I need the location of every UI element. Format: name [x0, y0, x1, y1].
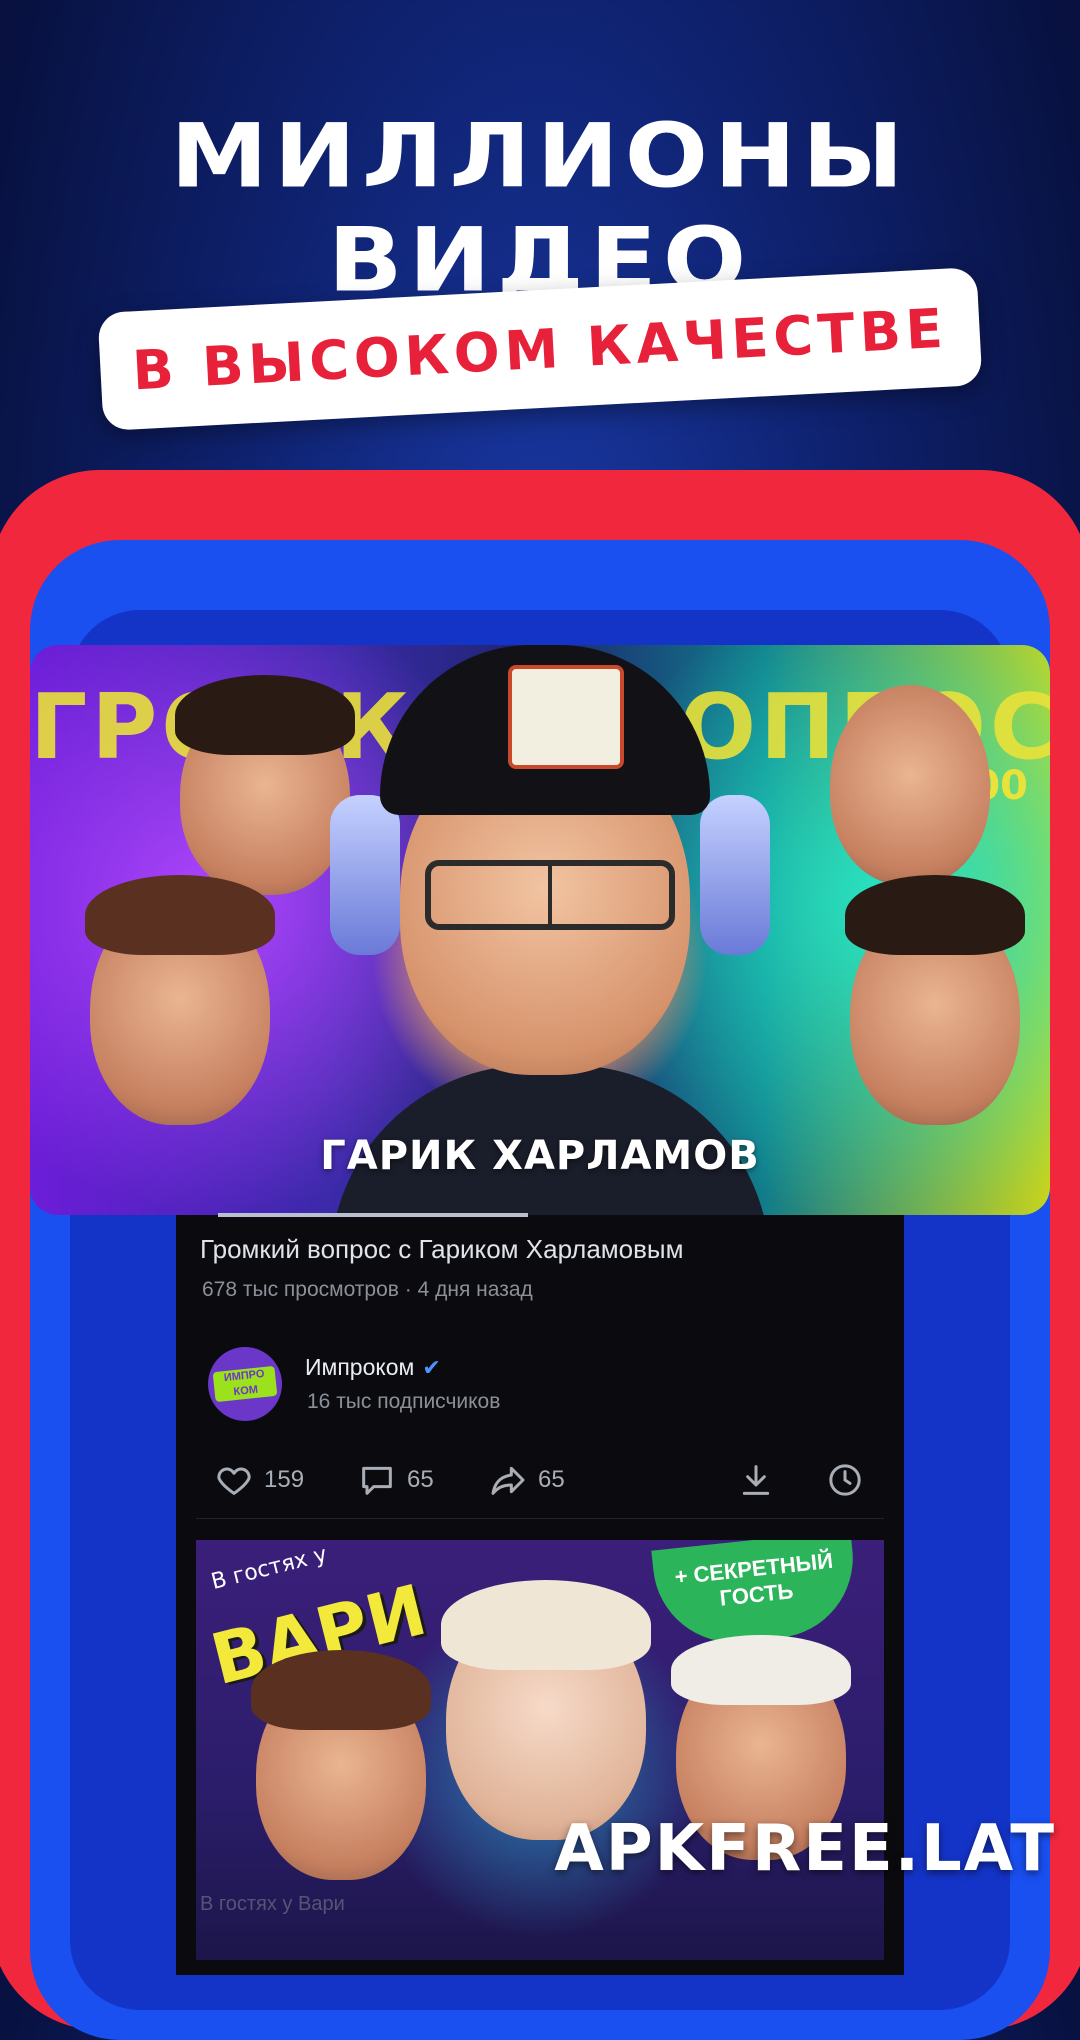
video-thumbnail[interactable]: ГРОМКИЙ ВОПРОС ₽100 ГАРИК ХАРЛАМОВ — [30, 645, 1050, 1215]
guest-hair-top-left — [175, 675, 355, 755]
divider — [196, 1518, 884, 1519]
channel-logo: ИМПРО КОМ — [212, 1365, 278, 1403]
channel-subscribers: 16 тыс подписчиков — [307, 1390, 501, 1413]
clock-icon — [829, 1464, 861, 1496]
video-title[interactable]: Громкий вопрос с Гариком Харламовым — [200, 1234, 684, 1265]
guest-hair-bottom-left — [85, 875, 275, 955]
comment-button[interactable]: 65 — [357, 1460, 434, 1500]
next-guest-left-hair — [251, 1650, 431, 1730]
headphone-right — [700, 795, 770, 955]
channel-avatar[interactable]: ИМПРО КОМ — [208, 1347, 282, 1421]
channel-name-row[interactable]: Импроком ✔ — [305, 1354, 441, 1381]
next-guest-right-hair — [671, 1635, 851, 1705]
headphone-left — [330, 795, 400, 955]
comment-icon — [362, 1466, 392, 1495]
host-glasses — [425, 860, 675, 930]
like-button[interactable]: 159 — [214, 1460, 304, 1500]
heart-icon — [217, 1467, 251, 1495]
next-sticker-secret: + СЕКРЕТНЫЙ ГОСТЬ — [651, 1540, 861, 1651]
next-video-title[interactable]: В гостях у Вари — [200, 1893, 345, 1916]
channel-name[interactable]: Импроком — [305, 1354, 414, 1381]
watermark: APKFREE.LAT — [554, 1812, 1056, 1886]
quality-badge-text: В ВЫСОКОМ КАЧЕСТВЕ — [130, 296, 950, 402]
like-count: 159 — [264, 1466, 305, 1493]
guest-face-top-right — [830, 685, 990, 885]
next-guest-center-hair — [441, 1580, 651, 1670]
watch-later-button[interactable] — [825, 1460, 865, 1500]
comment-count: 65 — [407, 1466, 434, 1493]
share-button[interactable]: 65 — [488, 1460, 565, 1500]
video-meta: 678 тыс просмотров · 4 дня назад — [202, 1278, 533, 1301]
cap-patch — [508, 665, 624, 769]
next-sticker-small: В гостях у — [208, 1542, 330, 1595]
guest-hair-bottom-right — [845, 875, 1025, 955]
thumbnail-caption: ГАРИК ХАРЛАМОВ — [320, 1133, 760, 1179]
download-icon — [742, 1465, 770, 1495]
download-button[interactable] — [736, 1460, 776, 1500]
share-icon — [491, 1466, 525, 1495]
verified-icon: ✔ — [422, 1354, 441, 1380]
headline-line-1: МИЛЛИОНЫ — [170, 105, 910, 209]
playback-progress-bar[interactable] — [218, 1213, 528, 1217]
share-count: 65 — [538, 1466, 565, 1493]
